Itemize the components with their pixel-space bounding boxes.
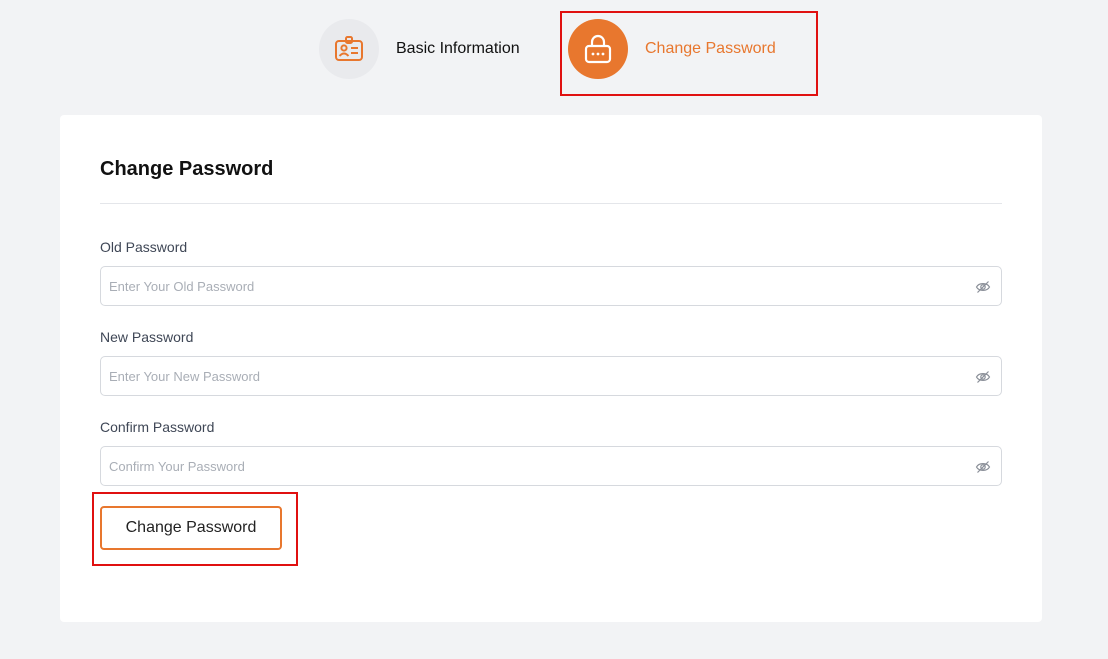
new-password-label: New Password	[100, 329, 194, 345]
tab-basic-information[interactable]: Basic Information	[319, 19, 520, 79]
eye-off-icon[interactable]	[975, 459, 991, 475]
tab-basic-label: Basic Information	[396, 40, 520, 57]
id-card-icon	[335, 36, 363, 61]
step-tabs: Basic Information Change Password	[0, 0, 1108, 110]
old-password-label: Old Password	[100, 239, 188, 255]
divider	[100, 203, 1002, 204]
confirm-password-label: Confirm Password	[100, 419, 215, 435]
highlight-box-button	[92, 492, 298, 566]
old-password-field	[100, 266, 1002, 306]
new-password-input[interactable]	[101, 357, 1001, 395]
card-title: Change Password	[100, 158, 274, 180]
confirm-password-input[interactable]	[101, 447, 1001, 485]
old-password-input[interactable]	[101, 267, 1001, 305]
new-password-field	[100, 356, 1002, 396]
tab-basic-icon-circle	[319, 19, 379, 79]
confirm-password-field	[100, 446, 1002, 486]
highlight-box-tab	[560, 11, 818, 96]
eye-off-icon[interactable]	[975, 369, 991, 385]
eye-off-icon[interactable]	[975, 279, 991, 295]
